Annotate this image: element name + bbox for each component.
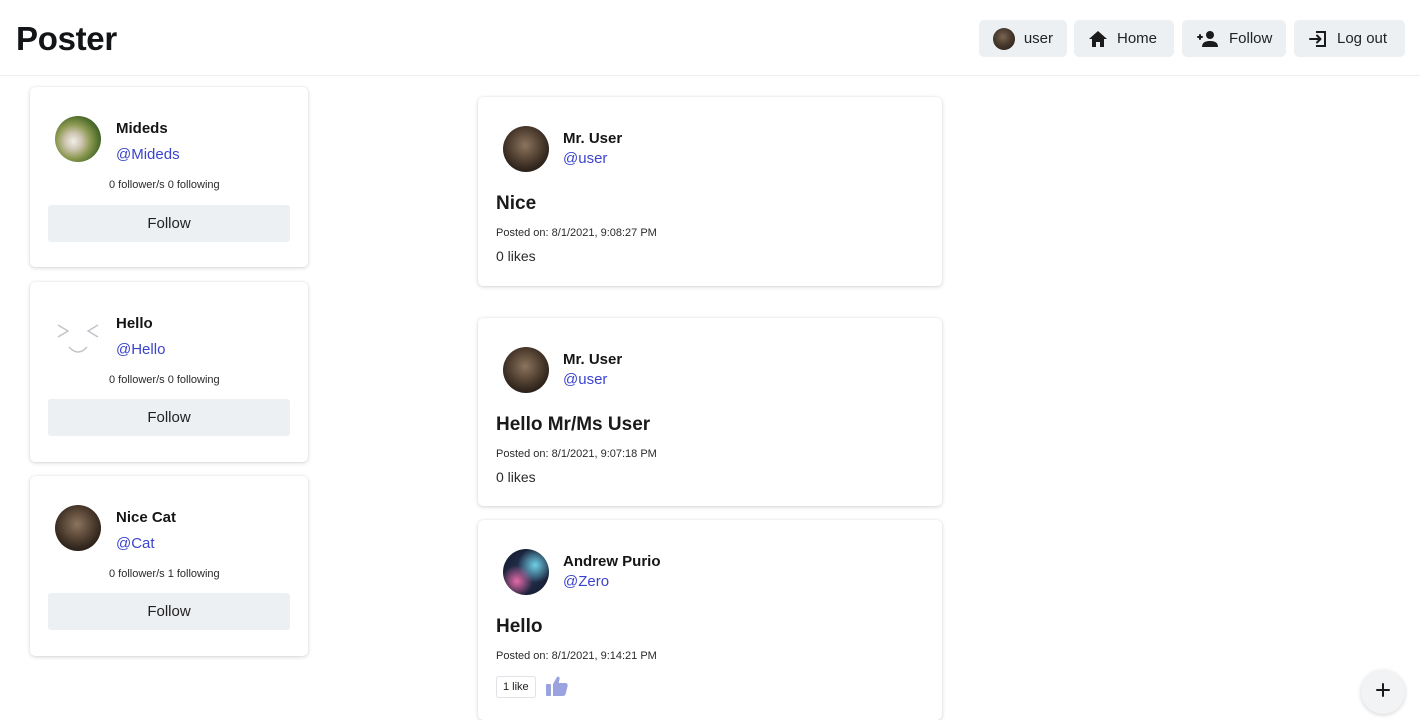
add-post-button[interactable] [1361,670,1405,714]
home-icon [1088,30,1108,48]
user-avatar [993,27,1015,50]
user-name: Mideds [116,120,168,137]
avatar [55,505,101,551]
home-label: Home [1117,30,1158,47]
person-add-icon [1196,30,1220,48]
author-avatar [503,347,549,393]
profile-label: user [1023,30,1053,47]
user-card: Nice Cat @Cat 0 follower/s 1 following F… [30,476,308,656]
user-handle[interactable]: @Hello [116,341,165,358]
post-date: Posted on: 8/1/2021, 9:14:21 PM [496,650,657,662]
like-count: 0 likes [496,469,536,485]
follow-button[interactable]: Follow [48,205,290,242]
user-name: Nice Cat [116,509,177,526]
post-title: Hello [496,616,543,637]
plus-icon [1375,682,1391,703]
user-handle[interactable]: @Cat [116,535,155,552]
post-title: Nice [496,193,537,214]
author-avatar [503,126,549,172]
post-title: Hello Mr/Ms User [496,414,651,435]
post-date: Posted on: 8/1/2021, 9:08:27 PM [496,227,657,239]
post-date: Posted on: 8/1/2021, 9:07:18 PM [496,448,657,460]
author-handle[interactable]: @Zero [563,573,609,590]
post-card: Mr. User @user Hello Mr/Ms User Posted o… [478,318,942,506]
author-name: Mr. User [563,130,623,147]
logout-button[interactable]: Log out [1294,20,1405,57]
author-handle[interactable]: @user [563,371,607,388]
follow-button[interactable]: Follow [48,399,290,436]
follow-nav-label: Follow [1229,30,1273,47]
smiley-avatar [55,311,101,357]
author-handle[interactable]: @user [563,150,607,167]
user-card: Mideds @Mideds 0 follower/s 0 following … [30,87,308,267]
follow-nav-button[interactable]: Follow [1182,20,1286,57]
user-card: Hello @Hello 0 follower/s 0 following Fo… [30,282,308,462]
home-button[interactable]: Home [1074,20,1174,57]
follow-stats: 0 follower/s 0 following [109,179,220,191]
user-handle[interactable]: @Mideds [116,146,180,163]
author-avatar [503,549,549,595]
author-name: Mr. User [563,351,623,368]
follow-stats: 0 follower/s 0 following [109,374,220,386]
logout-icon [1308,29,1328,49]
like-count: 0 likes [496,248,536,264]
avatar [55,116,101,162]
author-name: Andrew Purio [563,553,661,570]
post-card: Andrew Purio @Zero Hello Posted on: 8/1/… [478,520,942,720]
post-card: Mr. User @user Nice Posted on: 8/1/2021,… [478,97,942,286]
thumb-up-icon[interactable] [545,675,569,702]
app-title: Poster [16,20,117,57]
user-name: Hello [116,315,153,332]
follow-stats: 0 follower/s 1 following [109,568,220,580]
logout-label: Log out [1337,30,1388,47]
top-bar: Poster user Home Follow Log out [0,0,1420,76]
like-count-badge: 1 like [496,676,536,698]
follow-button[interactable]: Follow [48,593,290,630]
profile-button[interactable]: user [979,20,1067,57]
